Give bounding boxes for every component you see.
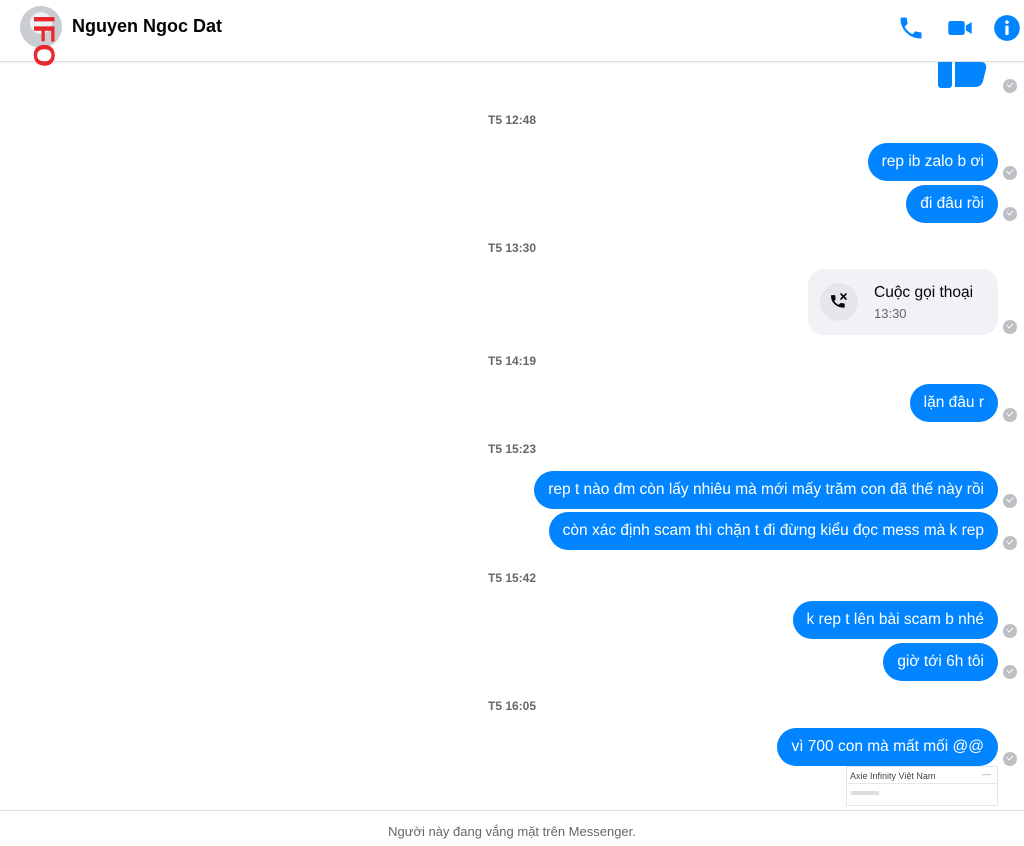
phone-icon[interactable] — [897, 14, 925, 42]
message-bubble[interactable]: đi đâu rồi — [906, 185, 998, 223]
call-log-card[interactable]: Cuộc gọi thoại 13:30 — [808, 269, 998, 335]
image-attachment[interactable]: Axie Infinity Việt Nam — — [846, 766, 998, 806]
image-caption: Axie Infinity Việt Nam — [850, 771, 936, 781]
video-icon[interactable] — [946, 14, 974, 42]
contact-name[interactable]: Nguyen Ngoc Dat — [72, 16, 222, 37]
timestamp: T5 15:42 — [488, 571, 537, 585]
placeholder-line — [851, 791, 879, 795]
seen-indicator-icon — [1003, 408, 1017, 422]
seen-indicator-icon — [1003, 207, 1017, 221]
seen-indicator-icon — [1003, 494, 1017, 508]
message-bubble[interactable]: rep t nào đm còn lấy nhiêu mà mới mấy tr… — [534, 471, 998, 509]
timestamp: T5 15:23 — [488, 442, 537, 456]
seen-indicator-icon — [1003, 536, 1017, 550]
message-bubble[interactable]: rep ib zalo b ơi — [867, 143, 998, 181]
close-icon: — — [982, 769, 991, 779]
watermark: IFO — [27, 15, 60, 68]
seen-indicator-icon — [1003, 166, 1017, 180]
message-bubble[interactable]: còn xác định scam thì chặn t đi đừng kiể… — [548, 512, 998, 550]
seen-indicator-icon — [1003, 624, 1017, 638]
chat-header: IFO Nguyen Ngoc Dat — [0, 0, 1024, 68]
away-status-text: Người này đang vắng mặt trên Messenger. — [388, 824, 636, 839]
seen-indicator-icon — [1003, 665, 1017, 679]
timestamp: T5 13:30 — [488, 241, 537, 255]
message-bubble[interactable]: k rep t lên bài scam b nhé — [792, 601, 998, 639]
divider — [847, 783, 997, 784]
info-icon[interactable] — [993, 14, 1021, 42]
call-time: 13:30 — [874, 306, 907, 321]
missed-call-icon — [820, 283, 858, 321]
message-list[interactable]: T5 12:48 rep ib zalo b ơi đi đâu rồi T5 … — [0, 62, 1024, 810]
call-title: Cuộc gọi thoại — [874, 284, 974, 301]
seen-indicator-icon — [1003, 79, 1017, 93]
timestamp: T5 12:48 — [488, 113, 537, 127]
seen-indicator-icon — [1003, 320, 1017, 334]
message-bubble[interactable]: vì 700 con mà mất mối @@ — [777, 728, 998, 766]
message-bubble[interactable]: giờ tới 6h tôi — [883, 643, 998, 681]
timestamp: T5 16:05 — [488, 699, 537, 713]
message-bubble[interactable]: lặn đâu r — [909, 384, 998, 422]
status-footer: Người này đang vắng mặt trên Messenger. — [0, 810, 1024, 846]
seen-indicator-icon — [1003, 752, 1017, 766]
thumbs-up-icon[interactable] — [938, 62, 998, 92]
timestamp: T5 14:19 — [488, 354, 537, 368]
